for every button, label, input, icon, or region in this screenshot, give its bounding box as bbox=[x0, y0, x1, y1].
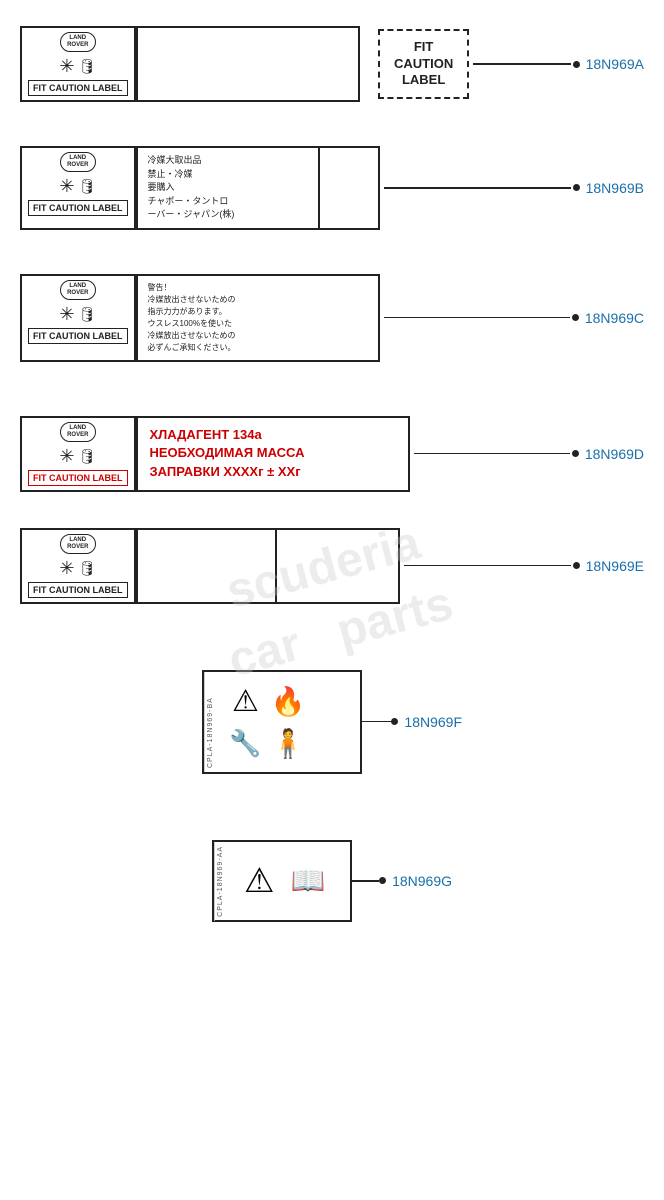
arrow-dot-c bbox=[572, 314, 579, 321]
label-row-18N969B: LANDROVER ✳ 🛢 FIT CAUTION LABEL 冷媒大取出品禁止… bbox=[0, 138, 664, 238]
snowflake-icon: ✳ bbox=[59, 56, 74, 77]
cpla-text-g: CPLA-18N969-AA bbox=[214, 842, 226, 921]
part-number-18N969D: 18N969D bbox=[585, 446, 644, 462]
content-empty-a bbox=[136, 28, 359, 100]
snowflake-icon-c: ✳ bbox=[59, 304, 74, 325]
label-row-18N969F: CPLA-18N969-BA ⚠ 🔥 🔧 🧍 18N969F bbox=[0, 662, 664, 782]
safety-icons-grid-f: ⚠ 🔥 🔧 🧍 bbox=[216, 672, 318, 772]
fire-icon-f: 🔥 bbox=[271, 684, 306, 719]
fit-caution-dashed: FITCAUTIONLABEL bbox=[378, 29, 469, 100]
label-18N969C: LANDROVER ✳ 🛢 FIT CAUTION LABEL 警告！冷媒放出さ… bbox=[20, 274, 380, 362]
japanese-text-c: 警告！冷媒放出させないための指示力力があります。ウスレス100%を使いた冷媒放出… bbox=[148, 282, 369, 354]
fit-caution-d-red: FIT CAUTION LABEL bbox=[28, 470, 128, 486]
arrow-section-f: 18N969F bbox=[362, 714, 462, 730]
arrow-section-g: 18N969G bbox=[352, 873, 452, 889]
label-18N969B: LANDROVER ✳ 🛢 FIT CAUTION LABEL 冷媒大取出品禁止… bbox=[20, 146, 380, 230]
book-icon-g: 📖 bbox=[290, 864, 325, 897]
part-number-18N969F: 18N969F bbox=[404, 714, 462, 730]
snowflake-icon-e: ✳ bbox=[59, 558, 74, 579]
label-18N969D: LANDROVER ✳ 🛢 FIT CAUTION LABEL ХЛАДАГЕН… bbox=[20, 416, 410, 492]
safety-icons-row-g: ⚠ 📖 bbox=[226, 842, 343, 921]
part-number-18N969C: 18N969C bbox=[585, 310, 644, 326]
label-18N969G: CPLA-18N969-AA ⚠ 📖 bbox=[212, 840, 352, 923]
icons-row-d: ✳ 🛢 bbox=[59, 446, 96, 467]
land-rover-logo-b: LANDROVER bbox=[60, 152, 96, 172]
person-icon-f: 🧍 bbox=[271, 727, 306, 760]
tools-icon-f: 🔧 bbox=[228, 727, 263, 760]
icons-row-c: ✳ 🛢 bbox=[59, 304, 96, 325]
arrow-section-d: 18N969D bbox=[414, 446, 644, 462]
lr-logo-section-d: LANDROVER ✳ 🛢 FIT CAUTION LABEL bbox=[22, 418, 136, 490]
page-container: LANDROVER ✳ 🛢 FIT CAUTION LABEL FITCAUTI… bbox=[0, 0, 664, 950]
arrow-section-c: 18N969C bbox=[384, 310, 644, 326]
content-russian: ХЛАДАГЕНТ 134аНЕОБХОДИМАЯ МАССАЗАПРАВКИ … bbox=[136, 418, 409, 490]
arrow-dot-b bbox=[573, 184, 580, 191]
arrow-line-f bbox=[362, 721, 391, 723]
icons-row-b: ✳ 🛢 bbox=[59, 176, 96, 197]
arrow-section-b: 18N969B bbox=[384, 180, 644, 196]
fit-caution-b: FIT CAUTION LABEL bbox=[28, 200, 128, 216]
russian-text-d: ХЛАДАГЕНТ 134аНЕОБХОДИМАЯ МАССАЗАПРАВКИ … bbox=[146, 422, 401, 485]
icons-row-e: ✳ 🛢 bbox=[59, 558, 96, 579]
content-empty-e2 bbox=[277, 530, 398, 602]
japanese-text-b: 冷媒大取出品禁止・冷媒要購入チャポー・タントローバー・ジャパン(株) bbox=[148, 154, 309, 222]
oilcan-icon: 🛢 bbox=[78, 58, 96, 75]
content-empty-e1 bbox=[136, 530, 275, 602]
lr-logo-section: LANDROVER ✳ 🛢 FIT CAUTION LABEL bbox=[22, 28, 136, 100]
warning-icon-f: ⚠ bbox=[228, 684, 263, 719]
dashed-box-a: FITCAUTIONLABEL bbox=[378, 29, 469, 100]
lr-logo-section-c: LANDROVER ✳ 🛢 FIT CAUTION LABEL bbox=[22, 276, 136, 360]
snowflake-icon-b: ✳ bbox=[59, 176, 74, 197]
land-rover-logo-d: LANDROVER bbox=[60, 422, 96, 442]
fit-caution-e: FIT CAUTION LABEL bbox=[28, 582, 128, 598]
arrow-line-e bbox=[404, 565, 571, 567]
arrow-line-c bbox=[384, 317, 570, 319]
arrow-dot-e bbox=[573, 562, 580, 569]
arrow-section-a: 18N969A bbox=[473, 56, 644, 72]
label-row-18N969D: LANDROVER ✳ 🛢 FIT CAUTION LABEL ХЛАДАГЕН… bbox=[0, 408, 664, 500]
part-number-18N969E: 18N969E bbox=[586, 558, 644, 574]
label-f-wrapper: CPLA-18N969-BA ⚠ 🔥 🔧 🧍 18N969F bbox=[202, 670, 462, 774]
arrow-dot-g bbox=[379, 877, 386, 884]
arrow-dot bbox=[573, 61, 580, 68]
oilcan-icon-b: 🛢 bbox=[78, 178, 96, 195]
land-rover-logo-e: LANDROVER bbox=[60, 534, 96, 554]
arrow-dot-d bbox=[572, 450, 579, 457]
part-number-18N969G: 18N969G bbox=[392, 873, 452, 889]
label-18N969A: LANDROVER ✳ 🛢 FIT CAUTION LABEL bbox=[20, 26, 360, 102]
part-number-18N969B: 18N969B bbox=[586, 180, 644, 196]
warning-icon-g: ⚠ bbox=[244, 861, 274, 901]
label-18N969E: LANDROVER ✳ 🛢 FIT CAUTION LABEL bbox=[20, 528, 400, 604]
fit-caution-label: FIT CAUTION LABEL bbox=[28, 80, 128, 96]
label-g-wrapper: CPLA-18N969-AA ⚠ 📖 18N969G bbox=[212, 840, 452, 923]
part-number-18N969A: 18N969A bbox=[586, 56, 644, 72]
label-row-18N969E: LANDROVER ✳ 🛢 FIT CAUTION LABEL 18N969E bbox=[0, 520, 664, 612]
cpla-text-f: CPLA-18N969-BA bbox=[204, 672, 216, 772]
oilcan-icon-d: 🛢 bbox=[78, 448, 96, 465]
label-row-18N969G: CPLA-18N969-AA ⚠ 📖 18N969G bbox=[0, 832, 664, 931]
arrow-section-e: 18N969E bbox=[404, 558, 644, 574]
fit-caution-c: FIT CAUTION LABEL bbox=[28, 328, 128, 344]
label-row-18N969C: LANDROVER ✳ 🛢 FIT CAUTION LABEL 警告！冷媒放出さ… bbox=[0, 266, 664, 370]
icons-row: ✳ 🛢 bbox=[59, 56, 96, 77]
snowflake-icon-d: ✳ bbox=[59, 446, 74, 467]
land-rover-logo: LANDROVER bbox=[60, 32, 96, 52]
arrow-dot-f bbox=[391, 718, 398, 725]
arrow-line bbox=[473, 63, 570, 65]
content-japanese2: 警告！冷媒放出させないための指示力力があります。ウスレス100%を使いた冷媒放出… bbox=[136, 276, 379, 360]
content-japanese1: 冷媒大取出品禁止・冷媒要購入チャポー・タントローバー・ジャパン(株) bbox=[136, 148, 319, 228]
empty-section-b bbox=[318, 148, 378, 228]
arrow-line-g bbox=[352, 880, 379, 882]
lr-logo-section-b: LANDROVER ✳ 🛢 FIT CAUTION LABEL bbox=[22, 148, 136, 228]
label-row-18N969A: LANDROVER ✳ 🛢 FIT CAUTION LABEL FITCAUTI… bbox=[0, 18, 664, 110]
arrow-line-d bbox=[414, 453, 570, 455]
oilcan-icon-c: 🛢 bbox=[78, 306, 96, 323]
land-rover-logo-c: LANDROVER bbox=[60, 280, 96, 300]
oilcan-icon-e: 🛢 bbox=[78, 560, 96, 577]
lr-logo-section-e: LANDROVER ✳ 🛢 FIT CAUTION LABEL bbox=[22, 530, 136, 602]
label-18N969F: CPLA-18N969-BA ⚠ 🔥 🔧 🧍 bbox=[202, 670, 362, 774]
arrow-line-b bbox=[384, 187, 571, 189]
